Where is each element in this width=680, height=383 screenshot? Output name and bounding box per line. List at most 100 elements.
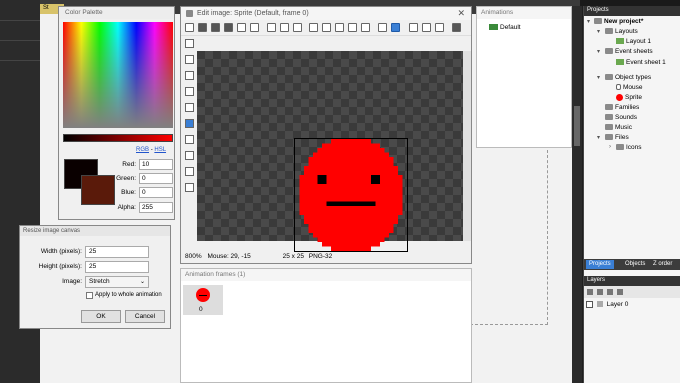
rgb-link[interactable]: RGB — [136, 147, 149, 153]
close-icon[interactable]: ✕ — [457, 8, 465, 19]
move-up-icon[interactable] — [597, 289, 603, 295]
resize-icon[interactable] — [361, 23, 370, 32]
tree-item-event-sheet-1[interactable]: Event sheet 1 — [616, 58, 666, 67]
color-spectrum[interactable] — [63, 22, 173, 128]
frame-thumbnail[interactable] — [183, 285, 223, 315]
animations-panel: Animations Default — [476, 6, 572, 148]
collapse-icon[interactable]: ▾ — [587, 18, 590, 25]
red-input[interactable]: 10 — [139, 159, 173, 170]
tree-item-layouts[interactable]: Layouts — [605, 27, 638, 36]
secondary-color-swatch[interactable] — [81, 175, 115, 205]
mouse-position: Mouse: 29, -15 — [207, 253, 251, 260]
crop-icon[interactable] — [378, 23, 387, 32]
canvas-scrollbar[interactable] — [463, 51, 471, 241]
folder-icon — [605, 134, 613, 141]
width-input[interactable]: 25 — [85, 246, 149, 258]
color-mode-links: RGB - HSL — [136, 147, 166, 153]
collapse-icon[interactable]: ▾ — [597, 48, 600, 55]
height-input[interactable]: 25 — [85, 261, 149, 273]
tree-item-event-sheets[interactable]: Event sheets — [605, 47, 653, 56]
flip-horizontal-icon[interactable] — [309, 23, 318, 32]
cancel-button[interactable]: Cancel — [125, 310, 165, 323]
set-origin-icon[interactable] — [391, 23, 400, 32]
red-row: Red: 10 — [115, 159, 173, 170]
tab-objects[interactable]: Objects — [622, 260, 648, 269]
new-icon[interactable] — [185, 23, 194, 32]
rectangle-icon[interactable] — [185, 119, 194, 128]
projects-panel: Projects ▾ New project* ▾ Layouts Layout… — [583, 6, 680, 383]
tree-item-sounds[interactable]: Sounds — [605, 113, 637, 122]
collapse-icon[interactable]: ▾ — [597, 134, 600, 141]
star-icon[interactable] — [185, 183, 194, 192]
alpha-input[interactable]: 255 — [139, 202, 173, 213]
blue-input[interactable]: 0 — [139, 187, 173, 198]
folder-icon — [605, 48, 613, 55]
color-mode-separator: - — [150, 147, 153, 153]
line-icon[interactable] — [185, 103, 194, 112]
ok-button[interactable]: OK — [81, 310, 121, 323]
collapse-icon[interactable]: ▾ — [597, 74, 600, 81]
tree-item-object-types[interactable]: Object types — [605, 73, 651, 82]
layer-visible-checkbox[interactable] — [586, 300, 593, 308]
cut-icon[interactable] — [267, 23, 276, 32]
paste-icon[interactable] — [280, 23, 289, 32]
move-down-icon[interactable] — [607, 289, 613, 295]
tree-item-files[interactable]: Files — [605, 133, 629, 142]
image-canvas[interactable] — [197, 51, 463, 252]
collapse-icon[interactable]: ▾ — [597, 28, 600, 35]
color-picker-icon[interactable] — [185, 151, 194, 160]
brightness-slider[interactable] — [63, 134, 173, 142]
flip-vertical-icon[interactable] — [322, 23, 331, 32]
tree-item-sprite[interactable]: Sprite — [616, 93, 642, 102]
animation-item-default[interactable]: Default — [489, 23, 521, 32]
rotate-right-icon[interactable] — [348, 23, 357, 32]
export-icon[interactable] — [224, 23, 233, 32]
tab-z-order[interactable]: Z order — [650, 260, 675, 269]
link-icon[interactable] — [237, 23, 246, 32]
delete-layer-icon[interactable] — [617, 289, 623, 295]
hsl-link[interactable]: HSL — [154, 147, 166, 153]
tree-item-mouse[interactable]: Mouse — [616, 83, 643, 92]
apply-to-animation-checkbox[interactable] — [86, 292, 93, 299]
sprite-image[interactable] — [294, 138, 408, 252]
add-layer-icon[interactable] — [587, 289, 593, 295]
image-mode-row: Image: Stretch ⌄ — [20, 276, 170, 288]
fill-icon[interactable] — [185, 135, 194, 144]
lock-icon[interactable] — [596, 301, 603, 308]
tree-label: Object types — [615, 74, 652, 81]
animation-label: Default — [500, 24, 521, 31]
frame-number: 0 — [199, 306, 203, 313]
tree-item-project[interactable]: New project* — [594, 17, 643, 26]
tree-item-music[interactable]: Music — [605, 123, 632, 132]
resize-title: Resize image canvas — [20, 226, 170, 236]
brush-icon[interactable] — [185, 87, 194, 96]
open-icon[interactable] — [198, 23, 207, 32]
select-icon[interactable] — [185, 39, 194, 48]
tab-projects[interactable]: Projects — [586, 260, 614, 269]
tree-item-layout-1[interactable]: Layout 1 — [616, 37, 651, 46]
expand-icon[interactable]: › — [609, 144, 611, 150]
mouse-icon — [616, 84, 621, 91]
zoom-in-icon[interactable] — [409, 23, 418, 32]
layout-icon — [616, 38, 624, 45]
vertical-scrollbar[interactable] — [572, 6, 582, 383]
layers-toolbar — [584, 286, 680, 298]
eraser-icon[interactable] — [185, 55, 194, 64]
layer-row[interactable]: Layer 0 — [586, 300, 679, 309]
tree-item-icons[interactable]: Icons — [616, 143, 642, 152]
copy-icon[interactable] — [250, 23, 259, 32]
tree-item-families[interactable]: Families — [605, 103, 639, 112]
collision-polygon-icon[interactable] — [452, 23, 461, 32]
zoom-out-icon[interactable] — [422, 23, 431, 32]
animations-header: Animations — [477, 7, 571, 19]
tree-label: Icons — [626, 144, 642, 151]
image-mode-select[interactable]: Stretch ⌄ — [85, 276, 149, 288]
save-icon[interactable] — [211, 23, 220, 32]
delete-icon[interactable] — [293, 23, 302, 32]
green-input[interactable]: 0 — [139, 173, 173, 184]
pencil-icon[interactable] — [185, 71, 194, 80]
scrollbar-thumb[interactable] — [574, 106, 580, 146]
rotate-left-icon[interactable] — [335, 23, 344, 32]
zoom-reset-icon[interactable] — [435, 23, 444, 32]
origin-point-icon[interactable] — [185, 167, 194, 176]
